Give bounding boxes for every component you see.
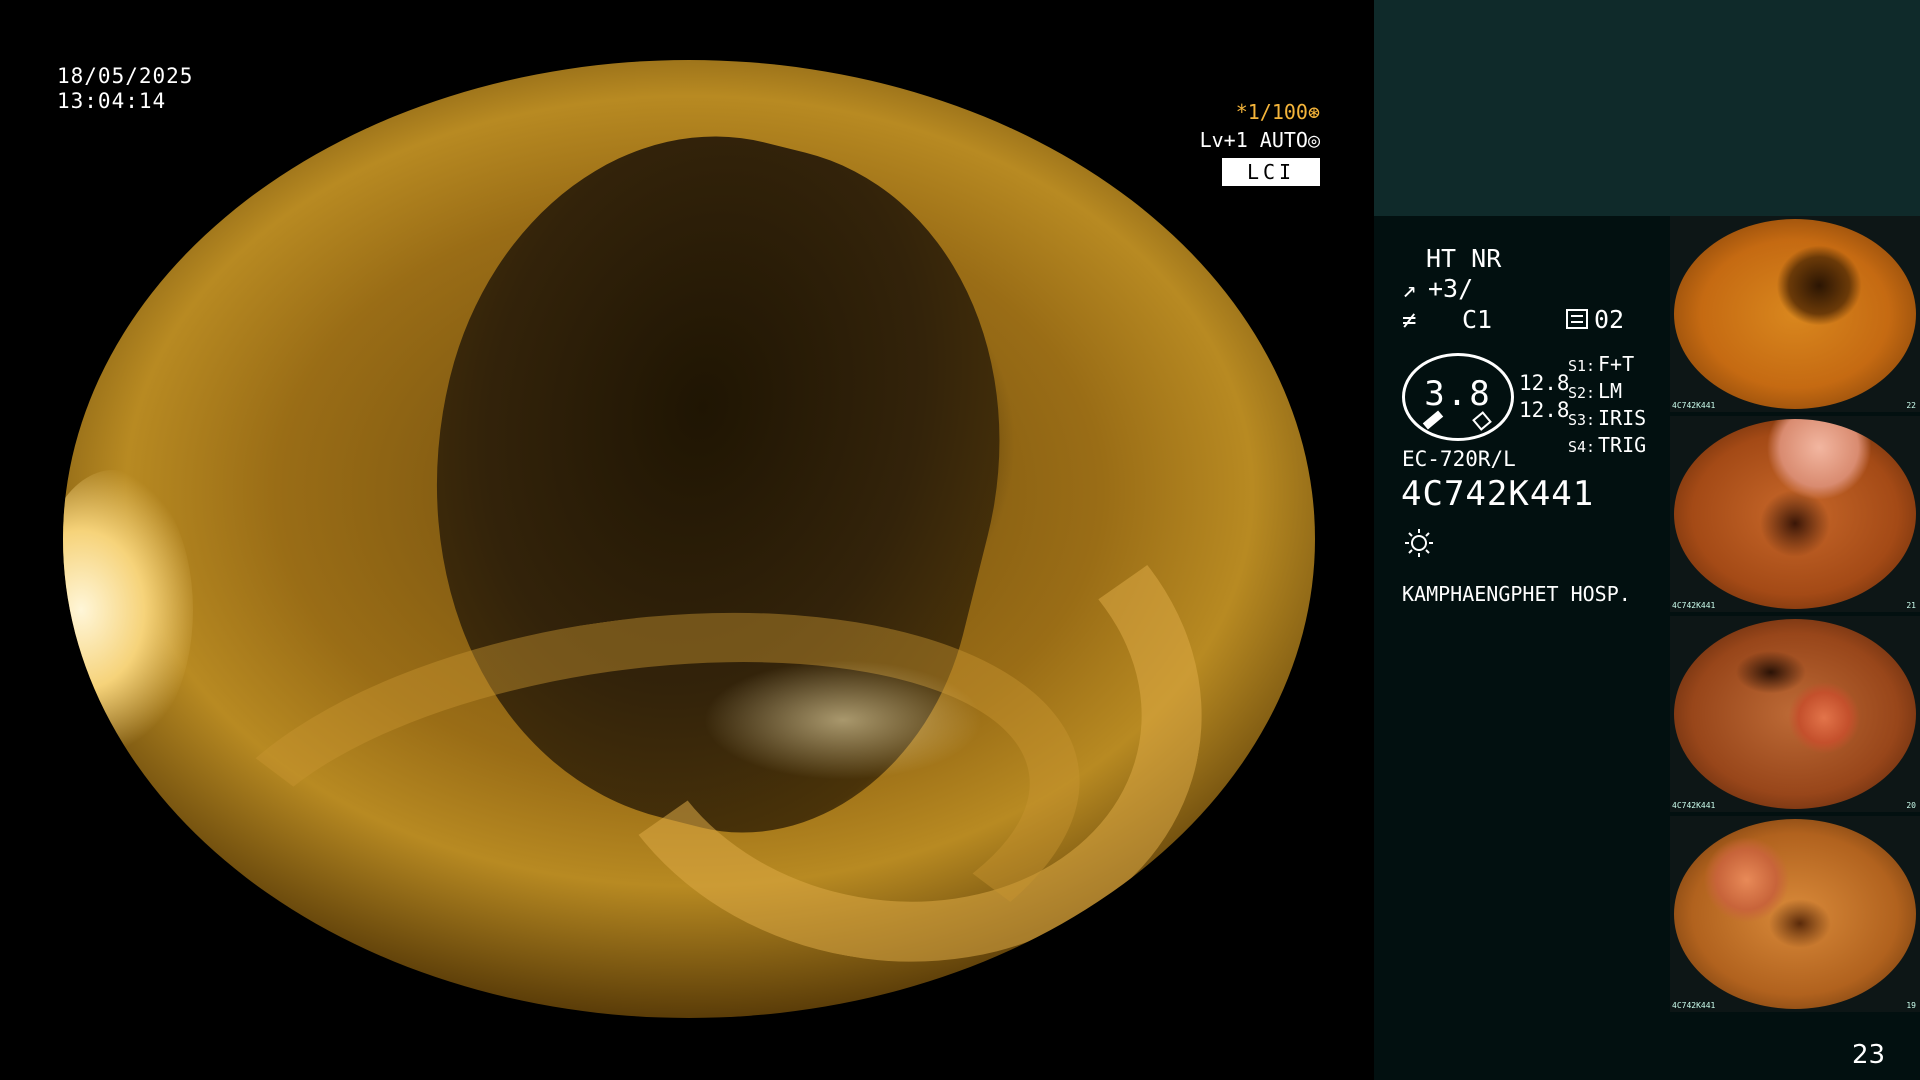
thumbnail-image[interactable]: 4C742K441 20 [1670,616,1920,812]
imaging-mode-overlay: *1/100⊛ Lv+1 AUTO◎ LCI [1190,98,1320,186]
exposure-level: Lv+1 AUTO◎ [1199,128,1320,152]
auto-icon: ◎ [1307,128,1320,152]
thumbnail-endoscopic-view [1674,419,1916,609]
thumbnail-index: 21 [1906,601,1916,610]
thumbnail-index: 20 [1906,801,1916,810]
thumbnail-index: 19 [1906,1001,1916,1010]
zoom-gauge: 3.8 [1402,353,1514,441]
shutter-icon: ⊛ [1307,100,1320,124]
endoscope-main-view: 18/05/2025 13:04:14 *1/100⊛ Lv+1 AUTO◎ L… [0,0,1374,1080]
capture-time: 13:04:14 [57,89,167,113]
thumbnail-endoscopic-view [1674,219,1916,409]
page-number: 23 [1852,1040,1886,1070]
thumbnail-serial: 4C742K441 [1672,801,1716,810]
switch-row: S2: LM [1568,379,1623,403]
scope-switch-assignments: S1: F+T S2: LM S3: IRIS S4: TRIG [1568,352,1646,460]
switch-row: S3: IRIS [1568,406,1647,430]
switch-row: S1: F+T [1568,352,1635,376]
scope-model: EC-720R/L [1402,447,1516,471]
capture-date: 18/05/2025 [57,64,194,88]
measurement-b: 12.8 [1519,398,1570,422]
enhancement-setting: ↗ +3/ [1402,274,1474,303]
reflection-highlight [703,660,983,780]
color-setting: ≠ C1 [1402,305,1493,334]
thumbnail-serial: 4C742K441 [1672,601,1716,610]
info-header-block [1374,0,1920,216]
measurement-a: 12.8 [1519,371,1570,395]
endoscopic-image [63,60,1315,1018]
iris-icon [1566,309,1588,329]
color-icon: ≠ [1402,306,1417,334]
lci-mode-badge: LCI [1222,158,1320,186]
thumbnail-endoscopic-view [1674,619,1916,809]
light-glare [63,470,193,750]
zoom-value: 3.8 [1424,374,1492,414]
switch-row: S4: TRIG [1568,433,1647,457]
thumbnail-index: 22 [1906,401,1916,410]
captured-image-thumbnails: 4C742K441 22 4C742K441 21 4C742K441 20 4… [1670,216,1920,1080]
thumbnail-serial: 4C742K441 [1672,401,1716,410]
thumbnail-serial: 4C742K441 [1672,1001,1716,1010]
enhancement-icon: ↗ [1402,275,1417,303]
gauge-marker-right [1472,411,1492,431]
shutter-speed: *1/100⊛ [1235,100,1320,124]
processor-info-panel: HT NR ↗ +3/ ≠ C1 02 3.8 12.8 12.8 S1: F+T S… [1374,216,1670,1080]
thumbnail-image[interactable]: 4C742K441 22 [1670,216,1920,412]
noise-reduction-label: HT NR [1426,244,1502,273]
iris-setting: 02 [1566,305,1624,334]
scope-serial: 4C742K441 [1401,474,1595,514]
capture-datetime: 18/05/2025 13:04:14 [57,64,193,114]
thumbnail-image[interactable]: 4C742K441 19 [1670,816,1920,1012]
hospital-name: KAMPHAENGPHET HOSP. [1402,582,1631,606]
light-source-icon [1405,529,1433,557]
thumbnail-image[interactable]: 4C742K441 21 [1670,416,1920,612]
thumbnail-endoscopic-view [1674,819,1916,1009]
